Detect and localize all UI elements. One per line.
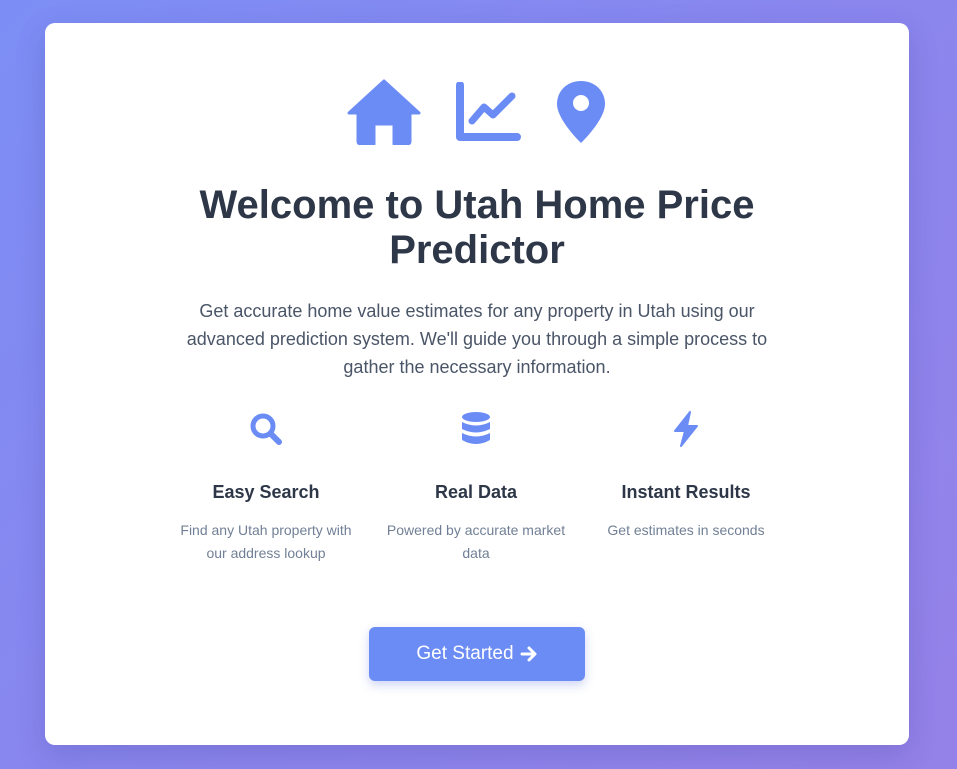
feature-easy-search: Easy Search Find any Utah property with …	[161, 409, 371, 565]
get-started-button[interactable]: Get Started	[369, 627, 585, 681]
search-icon	[161, 409, 371, 449]
page-title: Welcome to Utah Home Price Predictor	[199, 183, 755, 272]
feature-title: Instant Results	[621, 482, 751, 502]
get-started-label: Get Started	[416, 643, 514, 664]
feature-description: Get estimates in seconds	[607, 522, 765, 538]
feature-title: Real Data	[434, 482, 518, 502]
feature-real-data: Real Data Powered by accurate market dat…	[371, 409, 581, 565]
database-icon	[371, 409, 581, 449]
map-pin-icon	[555, 79, 607, 145]
features-row: Easy Search Find any Utah property with …	[161, 409, 791, 565]
feature-instant-results: Instant Results Get estimates in seconds	[581, 409, 791, 565]
feature-description: Powered by accurate market data	[386, 522, 566, 561]
page-subtitle: Get accurate home value estimates for an…	[186, 301, 768, 377]
welcome-card: Welcome to Utah Home Price Predictor Get…	[45, 23, 909, 745]
home-icon	[347, 79, 421, 145]
arrow-right-icon	[520, 645, 538, 663]
feature-description: Find any Utah property with our address …	[180, 522, 352, 561]
bolt-icon	[581, 409, 791, 449]
feature-title: Easy Search	[212, 482, 320, 502]
chart-line-icon	[455, 82, 521, 142]
hero-icons	[45, 79, 909, 145]
